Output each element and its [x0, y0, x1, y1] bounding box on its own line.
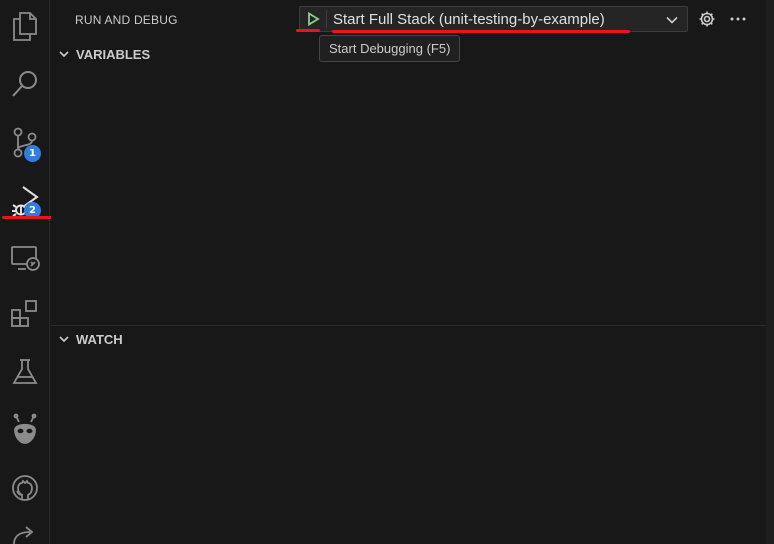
- variables-section-header[interactable]: VARIABLES: [51, 43, 766, 65]
- source-control-badge: 1: [24, 145, 41, 162]
- search-icon: [12, 71, 37, 97]
- config-divider: [326, 10, 327, 28]
- activity-testing[interactable]: [0, 348, 50, 396]
- section-divider: [51, 325, 766, 326]
- watch-section-title: WATCH: [76, 332, 123, 347]
- activity-extensions[interactable]: [0, 290, 50, 338]
- ellipsis-icon: [730, 17, 746, 21]
- gear-icon: [699, 11, 715, 27]
- run-debug-sidebar: RUN AND DEBUG Start Full Stack (unit-tes…: [51, 0, 766, 544]
- annotation-underline-config: [332, 30, 630, 33]
- github-icon: [12, 475, 38, 501]
- share-arrow-icon: [13, 526, 34, 544]
- watch-section-header[interactable]: WATCH: [51, 328, 766, 350]
- debug-config-selector[interactable]: Start Full Stack (unit-testing-by-exampl…: [299, 6, 688, 32]
- activity-explorer[interactable]: [0, 2, 50, 50]
- config-dropdown-label[interactable]: Start Full Stack (unit-testing-by-exampl…: [333, 11, 605, 28]
- activity-share[interactable]: [0, 520, 50, 544]
- activity-github[interactable]: [0, 464, 50, 512]
- activity-search[interactable]: [0, 60, 50, 108]
- annotation-underline-play: [296, 29, 320, 32]
- sidebar-title: RUN AND DEBUG: [75, 13, 178, 27]
- activity-bar: 1 2: [0, 0, 70, 544]
- flask-icon: [12, 359, 38, 384]
- play-icon: [308, 12, 320, 26]
- editor-edge: [766, 0, 774, 544]
- vscode-window: 1 2 RUN AND DEBUG Start Full Stack (unit…: [0, 0, 774, 544]
- variables-section-title: VARIABLES: [76, 47, 151, 62]
- alien-icon: [13, 413, 37, 444]
- open-launch-json-button[interactable]: [698, 10, 716, 28]
- remote-explorer-icon: [11, 246, 40, 271]
- activity-source-control[interactable]: 1: [0, 118, 50, 166]
- activity-remote-explorer[interactable]: [0, 234, 50, 282]
- start-debugging-button[interactable]: [304, 10, 322, 28]
- extensions-icon: [11, 300, 37, 327]
- activity-platformio[interactable]: [0, 406, 50, 454]
- chevron-down-icon[interactable]: [665, 13, 679, 32]
- more-actions-button[interactable]: [729, 10, 747, 28]
- chevron-down-icon: [59, 51, 69, 58]
- chevron-down-icon: [59, 336, 69, 343]
- files-icon: [13, 12, 37, 41]
